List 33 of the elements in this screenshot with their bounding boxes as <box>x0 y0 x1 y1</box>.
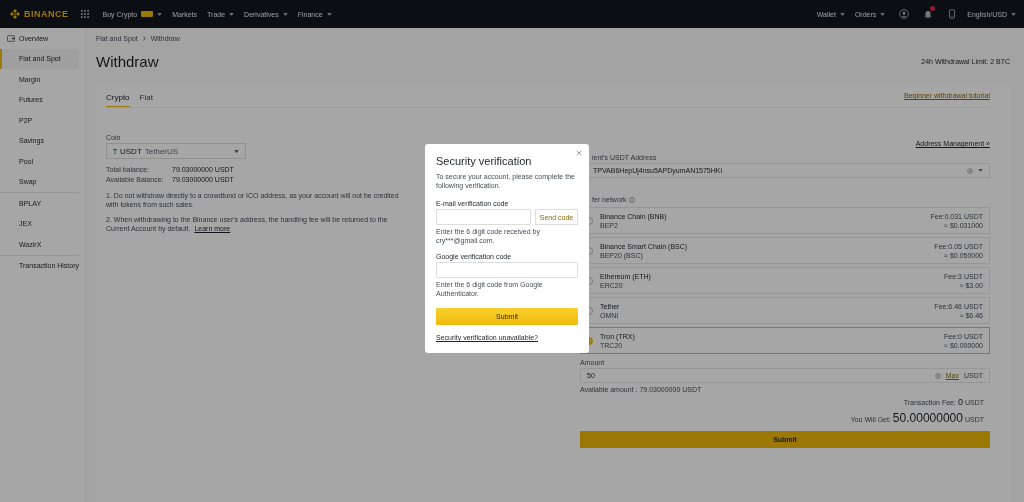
caret-icon <box>157 12 163 16</box>
logo-icon[interactable] <box>10 9 20 19</box>
coin-select[interactable]: USDT TetherUS <box>106 143 246 159</box>
phone-icon[interactable] <box>947 9 958 19</box>
logo-text[interactable]: BINANCE <box>24 9 69 19</box>
caret-icon[interactable] <box>978 169 983 172</box>
user-icon[interactable] <box>899 9 910 19</box>
wallet-icon <box>7 34 15 42</box>
receive-amount: 50.00000000 <box>892 411 963 425</box>
google-code-field[interactable] <box>436 262 578 278</box>
tab[interactable]: Fiat <box>139 89 153 107</box>
notification-badge <box>930 6 936 11</box>
caret-icon <box>229 12 235 16</box>
close-icon[interactable] <box>576 150 582 156</box>
tab[interactable]: Crypto <box>106 89 130 107</box>
email-code-field[interactable] <box>436 209 531 225</box>
caret-icon <box>839 12 845 16</box>
info-icon <box>628 196 635 203</box>
promo-badge <box>141 11 154 17</box>
bell-icon[interactable] <box>923 9 934 19</box>
page-title: Withdraw <box>96 52 159 70</box>
apps-grid-icon[interactable] <box>80 10 89 18</box>
tether-icon <box>113 148 117 154</box>
caret-icon <box>1011 12 1016 16</box>
caret-icon <box>234 149 239 153</box>
clear-icon[interactable] <box>934 372 941 379</box>
clear-icon[interactable] <box>967 167 973 174</box>
caret-icon <box>326 12 332 16</box>
chevron-right-icon <box>142 36 146 41</box>
caret-icon <box>880 12 886 16</box>
caret-icon <box>282 12 288 16</box>
fee-amount: 0 <box>957 397 963 407</box>
dialog-title: Security verification <box>436 155 533 167</box>
